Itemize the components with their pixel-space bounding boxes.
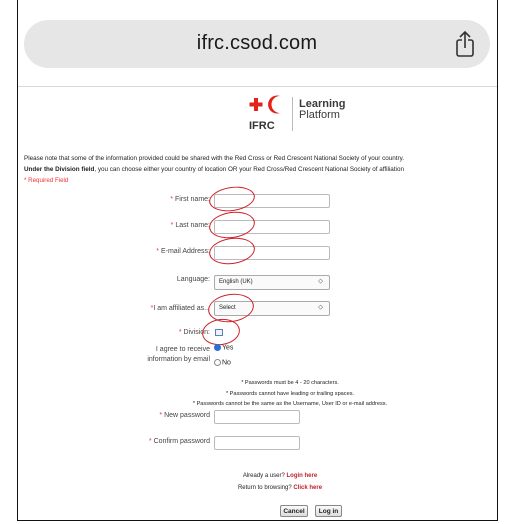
required-star: * (170, 196, 174, 203)
radio-unselected-icon[interactable] (214, 359, 221, 366)
notice-line2: Under the Division field, you can choose… (24, 164, 494, 175)
url-text[interactable]: ifrc.csod.com (24, 32, 490, 55)
share-icon[interactable] (450, 29, 480, 59)
address-bar[interactable]: ifrc.csod.com (24, 20, 490, 68)
notice-line2-rest: , you can choose either your country of … (94, 166, 404, 173)
logo-product-line2: Platform (299, 109, 340, 121)
affiliated-label-text: I am affiliated as... (153, 305, 210, 312)
password-rule: * Passwords cannot have leading or trail… (225, 390, 355, 397)
notice-line1: Please note that some of the information… (24, 155, 404, 162)
new-password-label-text: New password (164, 412, 210, 419)
privacy-notice: Please note that some of the information… (24, 153, 494, 175)
last-name-label-text: Last name: (175, 222, 210, 229)
cancel-button[interactable]: Cancel (280, 505, 308, 517)
first-name-label-text: First name: (174, 196, 210, 203)
click-here-link[interactable]: Click here (293, 485, 322, 491)
browse-link-row: Return to browsing? Click here (180, 485, 380, 491)
language-select[interactable]: English (UK) ⬦ (214, 275, 330, 290)
first-name-label: * First name: (170, 196, 210, 203)
password-rule: * Passwords must be 4 - 20 characters. (241, 380, 339, 386)
login-link-row: Already a user? Login here (180, 473, 380, 479)
affiliated-label: *I am affiliated as... (151, 305, 210, 312)
logo-product-name: Learning Platform (299, 99, 359, 121)
password-rules: * Passwords must be 4 - 20 characters. *… (120, 378, 460, 410)
email-label: * E-mail Address: (156, 248, 210, 255)
required-star: * (178, 329, 182, 336)
logo-divider (292, 97, 293, 131)
radio-selected-icon[interactable] (214, 344, 221, 351)
notice-line2-bold: Under the Division field (24, 166, 95, 173)
login-here-link[interactable]: Login here (287, 473, 318, 479)
radio-no[interactable]: No (214, 359, 231, 366)
last-name-label: * Last name: (171, 222, 210, 229)
email-consent-line2: information by email (147, 356, 210, 363)
select-caret-icon: ⬦ (318, 278, 323, 285)
required-star: * (156, 248, 160, 255)
radio-no-label: No (222, 359, 231, 367)
return-browsing-text: Return to browsing? (237, 485, 292, 491)
header-divider (18, 86, 497, 87)
select-caret-icon: ⬦ (318, 304, 323, 311)
email-label-text: E-mail Address: (160, 248, 210, 255)
required-star: * (170, 222, 174, 229)
login-button[interactable]: Log in (315, 505, 342, 517)
confirm-password-label-text: Confirm password (153, 438, 210, 445)
email-consent-label: I agree to receive information by email (147, 345, 210, 365)
already-user-text: Already a user? (242, 473, 285, 479)
new-password-label: * New password (159, 412, 210, 419)
email-consent-line1: I agree to receive (155, 346, 210, 353)
language-label: Language: (176, 276, 210, 283)
confirm-password-label: * Confirm password (149, 438, 210, 445)
confirm-password-input[interactable] (214, 436, 300, 450)
radio-yes[interactable]: Yes (214, 344, 233, 351)
radio-yes-label: Yes (222, 344, 234, 352)
password-rule: * Passwords cannot be the same as the Us… (192, 401, 388, 407)
required-star: * (159, 412, 163, 419)
logo-ifrc-text: IFRC (249, 120, 275, 132)
required-field-note: * Required Field (24, 177, 69, 184)
new-password-input[interactable] (214, 410, 300, 424)
required-star: * (148, 438, 152, 445)
language-value: English (UK) (219, 279, 253, 285)
